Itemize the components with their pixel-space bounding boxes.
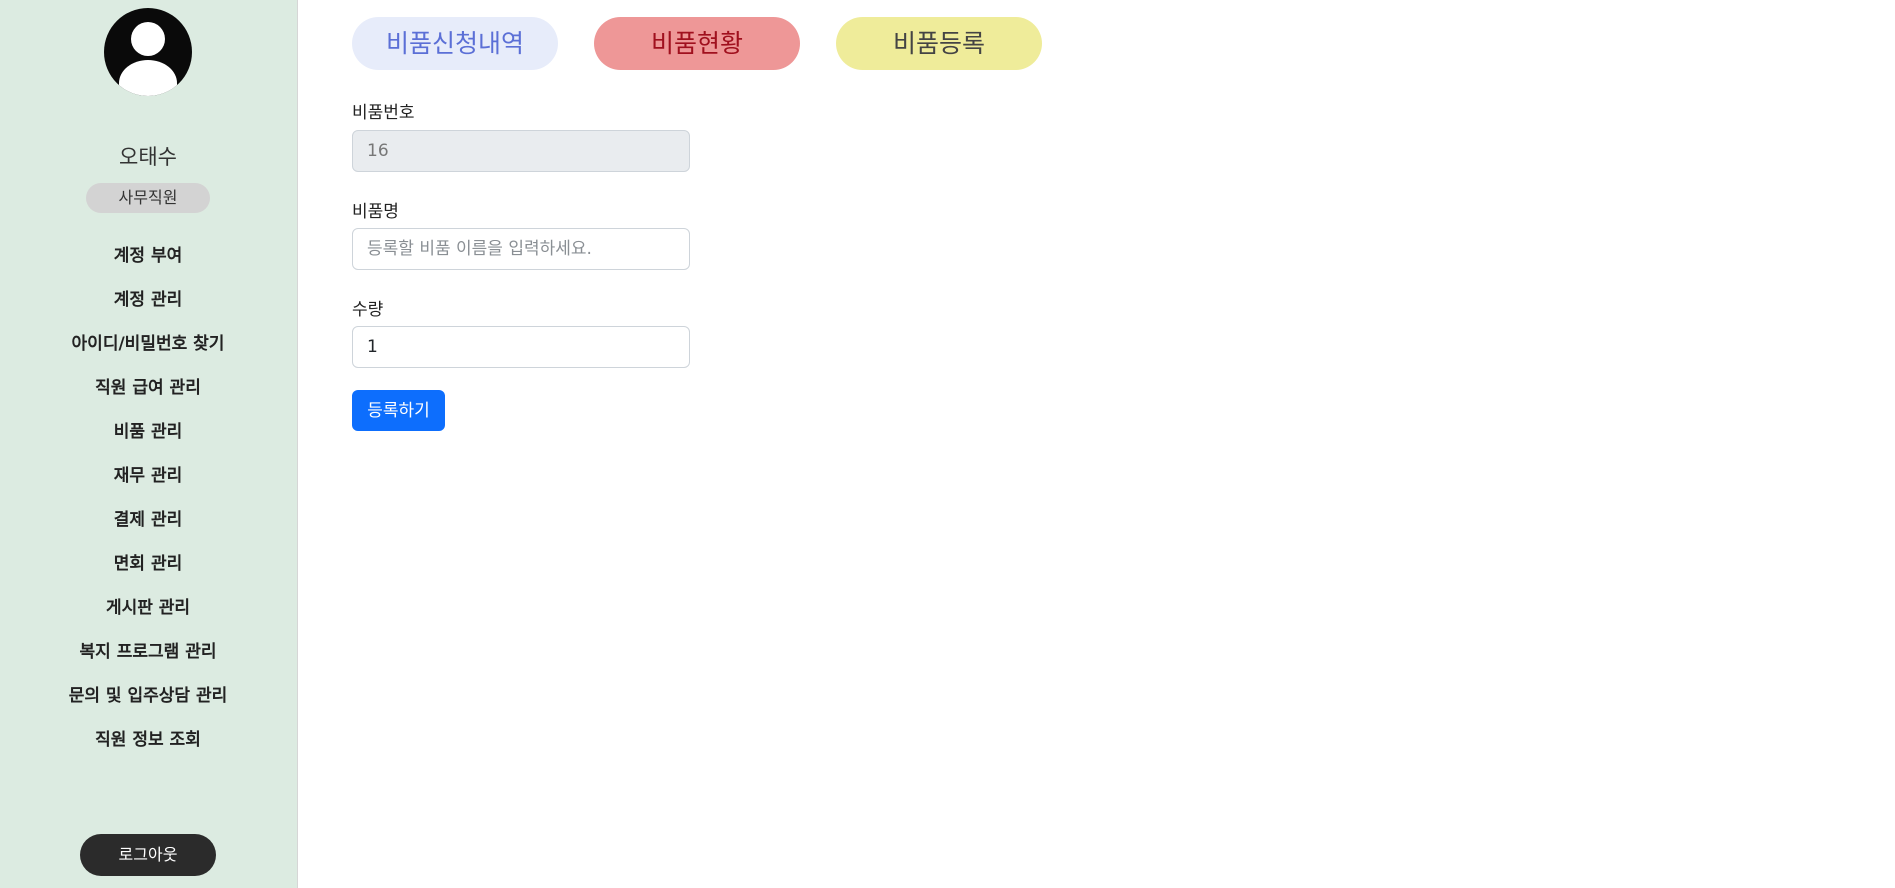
user-avatar-icon [104,8,192,96]
menu-item-find-id-password[interactable]: 아이디/비밀번호 찾기 [0,328,296,372]
quantity-label: 수량 [352,300,384,320]
menu-item-visits[interactable]: 면회 관리 [0,548,296,592]
tab-supply-register[interactable]: 비품등록 [836,17,1042,70]
tab-supply-status[interactable]: 비품현황 [594,17,800,70]
item-number-label: 비품번호 [352,103,415,123]
menu-item-welfare[interactable]: 복지 프로그램 관리 [0,636,296,680]
item-number-input [352,130,690,172]
menu-item-account-grant[interactable]: 계정 부여 [0,240,296,284]
role-badge: 사무직원 [86,183,210,213]
register-submit-button[interactable]: 등록하기 [352,390,445,431]
tab-supply-requests[interactable]: 비품신청내역 [352,17,558,70]
quantity-input[interactable] [352,326,690,368]
menu-item-finance[interactable]: 재무 관리 [0,460,296,504]
sidebar-menu: 계정 부여 계정 관리 아이디/비밀번호 찾기 직원 급여 관리 비품 관리 재… [0,240,296,768]
menu-item-board[interactable]: 게시판 관리 [0,592,296,636]
menu-item-supplies[interactable]: 비품 관리 [0,416,296,460]
item-name-label: 비품명 [352,202,399,222]
sidebar: 오태수 사무직원 계정 부여 계정 관리 아이디/비밀번호 찾기 직원 급여 관… [0,0,298,888]
menu-item-inquiry[interactable]: 문의 및 입주상담 관리 [0,680,296,724]
menu-item-payment[interactable]: 결제 관리 [0,504,296,548]
logout-button[interactable]: 로그아웃 [80,834,216,876]
menu-item-account-manage[interactable]: 계정 관리 [0,284,296,328]
menu-item-staff-info[interactable]: 직원 정보 조회 [0,724,296,768]
item-name-input[interactable] [352,228,690,270]
user-name: 오태수 [119,145,177,169]
menu-item-salary[interactable]: 직원 급여 관리 [0,372,296,416]
